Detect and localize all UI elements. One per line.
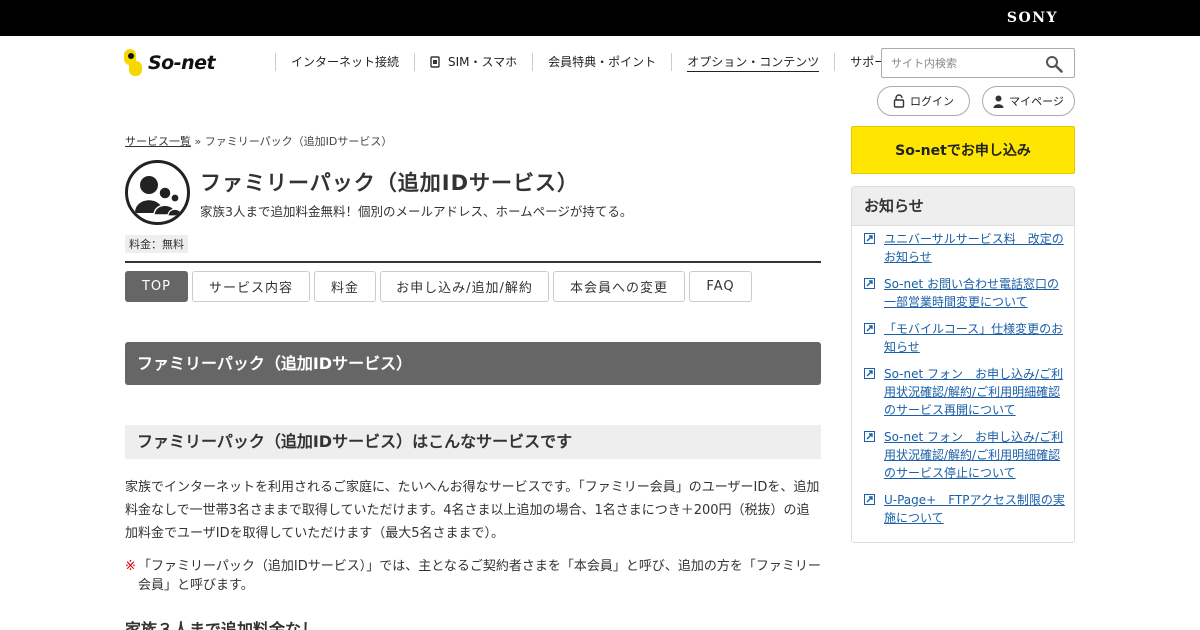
news-link[interactable]: So-net フォン お申し込み/ご利用状況確認/解約/ご利用明細確認のサービス… (884, 367, 1063, 417)
nav-options[interactable]: オプション・コンテンツ (671, 53, 834, 72)
news-item: So-net フォン お申し込み/ご利用状況確認/解約/ご利用明細確認のサービス… (864, 428, 1066, 482)
site-search (881, 48, 1075, 78)
news-heading: お知らせ (852, 187, 1074, 226)
external-link-icon (864, 323, 875, 334)
news-link[interactable]: U-Page+ FTPアクセス制限の実施について (884, 493, 1065, 525)
user-icon (993, 95, 1004, 108)
news-list: ユニバーサルサービス料 改定のお知らせ So-net お問い合わせ電話窓口の一部… (852, 226, 1074, 527)
mypage-button[interactable]: マイページ (982, 86, 1075, 116)
news-item: ユニバーサルサービス料 改定のお知らせ (864, 230, 1066, 266)
news-item: U-Page+ FTPアクセス制限の実施について (864, 491, 1066, 527)
external-link-icon (864, 278, 875, 289)
nav-internet-label: インターネット接続 (291, 55, 400, 69)
member-note: ※ 「ファミリーパック（追加IDサービス）」では、主となるご契約者さまを「本会員… (125, 557, 821, 595)
news-item: So-net お問い合わせ電話窓口の一部営業時間変更について (864, 275, 1066, 311)
news-link[interactable]: So-net フォン お申し込み/ご利用状況確認/解約/ご利用明細確認のサービス… (884, 430, 1063, 480)
tab-price[interactable]: 料金 (314, 271, 376, 302)
nav-benefits[interactable]: 会員特典・ポイント (532, 53, 671, 71)
news-panel: お知らせ ユニバーサルサービス料 改定のお知らせ So-net お問い合わせ電話… (851, 186, 1075, 543)
nav-options-label: オプション・コンテンツ (687, 53, 820, 72)
note-text: 「ファミリーパック（追加IDサービス）」では、主となるご契約者さまを「本会員」と… (138, 559, 821, 593)
tab-change-member[interactable]: 本会員への変更 (553, 271, 685, 302)
login-button[interactable]: ログイン (877, 86, 970, 116)
sony-bar: SONY (0, 0, 1200, 36)
news-item: 「モバイルコース」仕様変更のお知らせ (864, 320, 1066, 356)
breadcrumb: サービス一覧 » ファミリーパック（追加IDサービス） (125, 133, 392, 149)
tab-top[interactable]: TOP (125, 271, 188, 302)
search-input[interactable] (882, 49, 1032, 77)
nav-benefits-label: 会員特典・ポイント (548, 55, 657, 69)
external-link-icon (864, 233, 875, 244)
service-description: 家族でインターネットを利用されるご家庭に、たいへんお得なサービスです。「ファミリ… (125, 480, 820, 541)
external-link-icon (864, 494, 875, 505)
nav-internet[interactable]: インターネット接続 (275, 53, 414, 71)
nav-sim-label: SIM・スマホ (448, 55, 518, 69)
breadcrumb-separator: » (194, 135, 202, 148)
tab-service-content[interactable]: サービス内容 (192, 271, 310, 302)
global-nav: インターネット接続 SIM・スマホ 会員特典・ポイント オプション・コンテンツ … (275, 52, 913, 72)
breadcrumb-current: ファミリーパック（追加IDサービス） (204, 135, 393, 148)
lock-icon (893, 94, 905, 108)
header-divider (125, 261, 821, 263)
login-label: ログイン (910, 95, 954, 108)
next-section-heading: 家族３人まで追加料金なし (125, 620, 318, 630)
page-title: ファミリーパック（追加IDサービス） (200, 171, 580, 195)
section-heading: ファミリーパック（追加IDサービス） (125, 342, 821, 385)
sonet-logo-text: So-net (148, 52, 216, 74)
subsection-heading: ファミリーパック（追加IDサービス）はこんなサービスです (125, 425, 821, 459)
family-pack-icon (125, 160, 190, 225)
external-link-icon (864, 368, 875, 379)
service-tabs: TOP サービス内容 料金 お申し込み/追加/解約 本会員への変更 FAQ (125, 271, 756, 302)
search-icon[interactable] (1045, 55, 1063, 73)
sim-icon (430, 56, 440, 68)
page-subtitle: 家族3人まで追加料金無料！個別のメールアドレス、ホームページが持てる。 (200, 204, 633, 219)
news-link[interactable]: So-net お問い合わせ電話窓口の一部営業時間変更について (884, 277, 1059, 309)
news-item: So-net フォン お申し込み/ご利用状況確認/解約/ご利用明細確認のサービス… (864, 365, 1066, 419)
tab-faq[interactable]: FAQ (689, 271, 752, 302)
tab-apply[interactable]: お申し込み/追加/解約 (380, 271, 549, 302)
external-link-icon (864, 431, 875, 442)
apply-button[interactable]: So-netでお申し込み (851, 126, 1075, 174)
mypage-label: マイページ (1009, 95, 1064, 108)
nav-sim[interactable]: SIM・スマホ (414, 53, 532, 71)
news-link[interactable]: 「モバイルコース」仕様変更のお知らせ (884, 322, 1063, 354)
sonet-mark-icon (124, 49, 146, 77)
note-mark: ※ (125, 559, 136, 574)
sony-logo[interactable]: SONY (1007, 10, 1058, 26)
price-badge: 料金：無料 (125, 235, 188, 253)
breadcrumb-link-services[interactable]: サービス一覧 (125, 135, 191, 148)
sonet-logo[interactable]: So-net (124, 48, 216, 78)
news-link[interactable]: ユニバーサルサービス料 改定のお知らせ (884, 232, 1064, 264)
